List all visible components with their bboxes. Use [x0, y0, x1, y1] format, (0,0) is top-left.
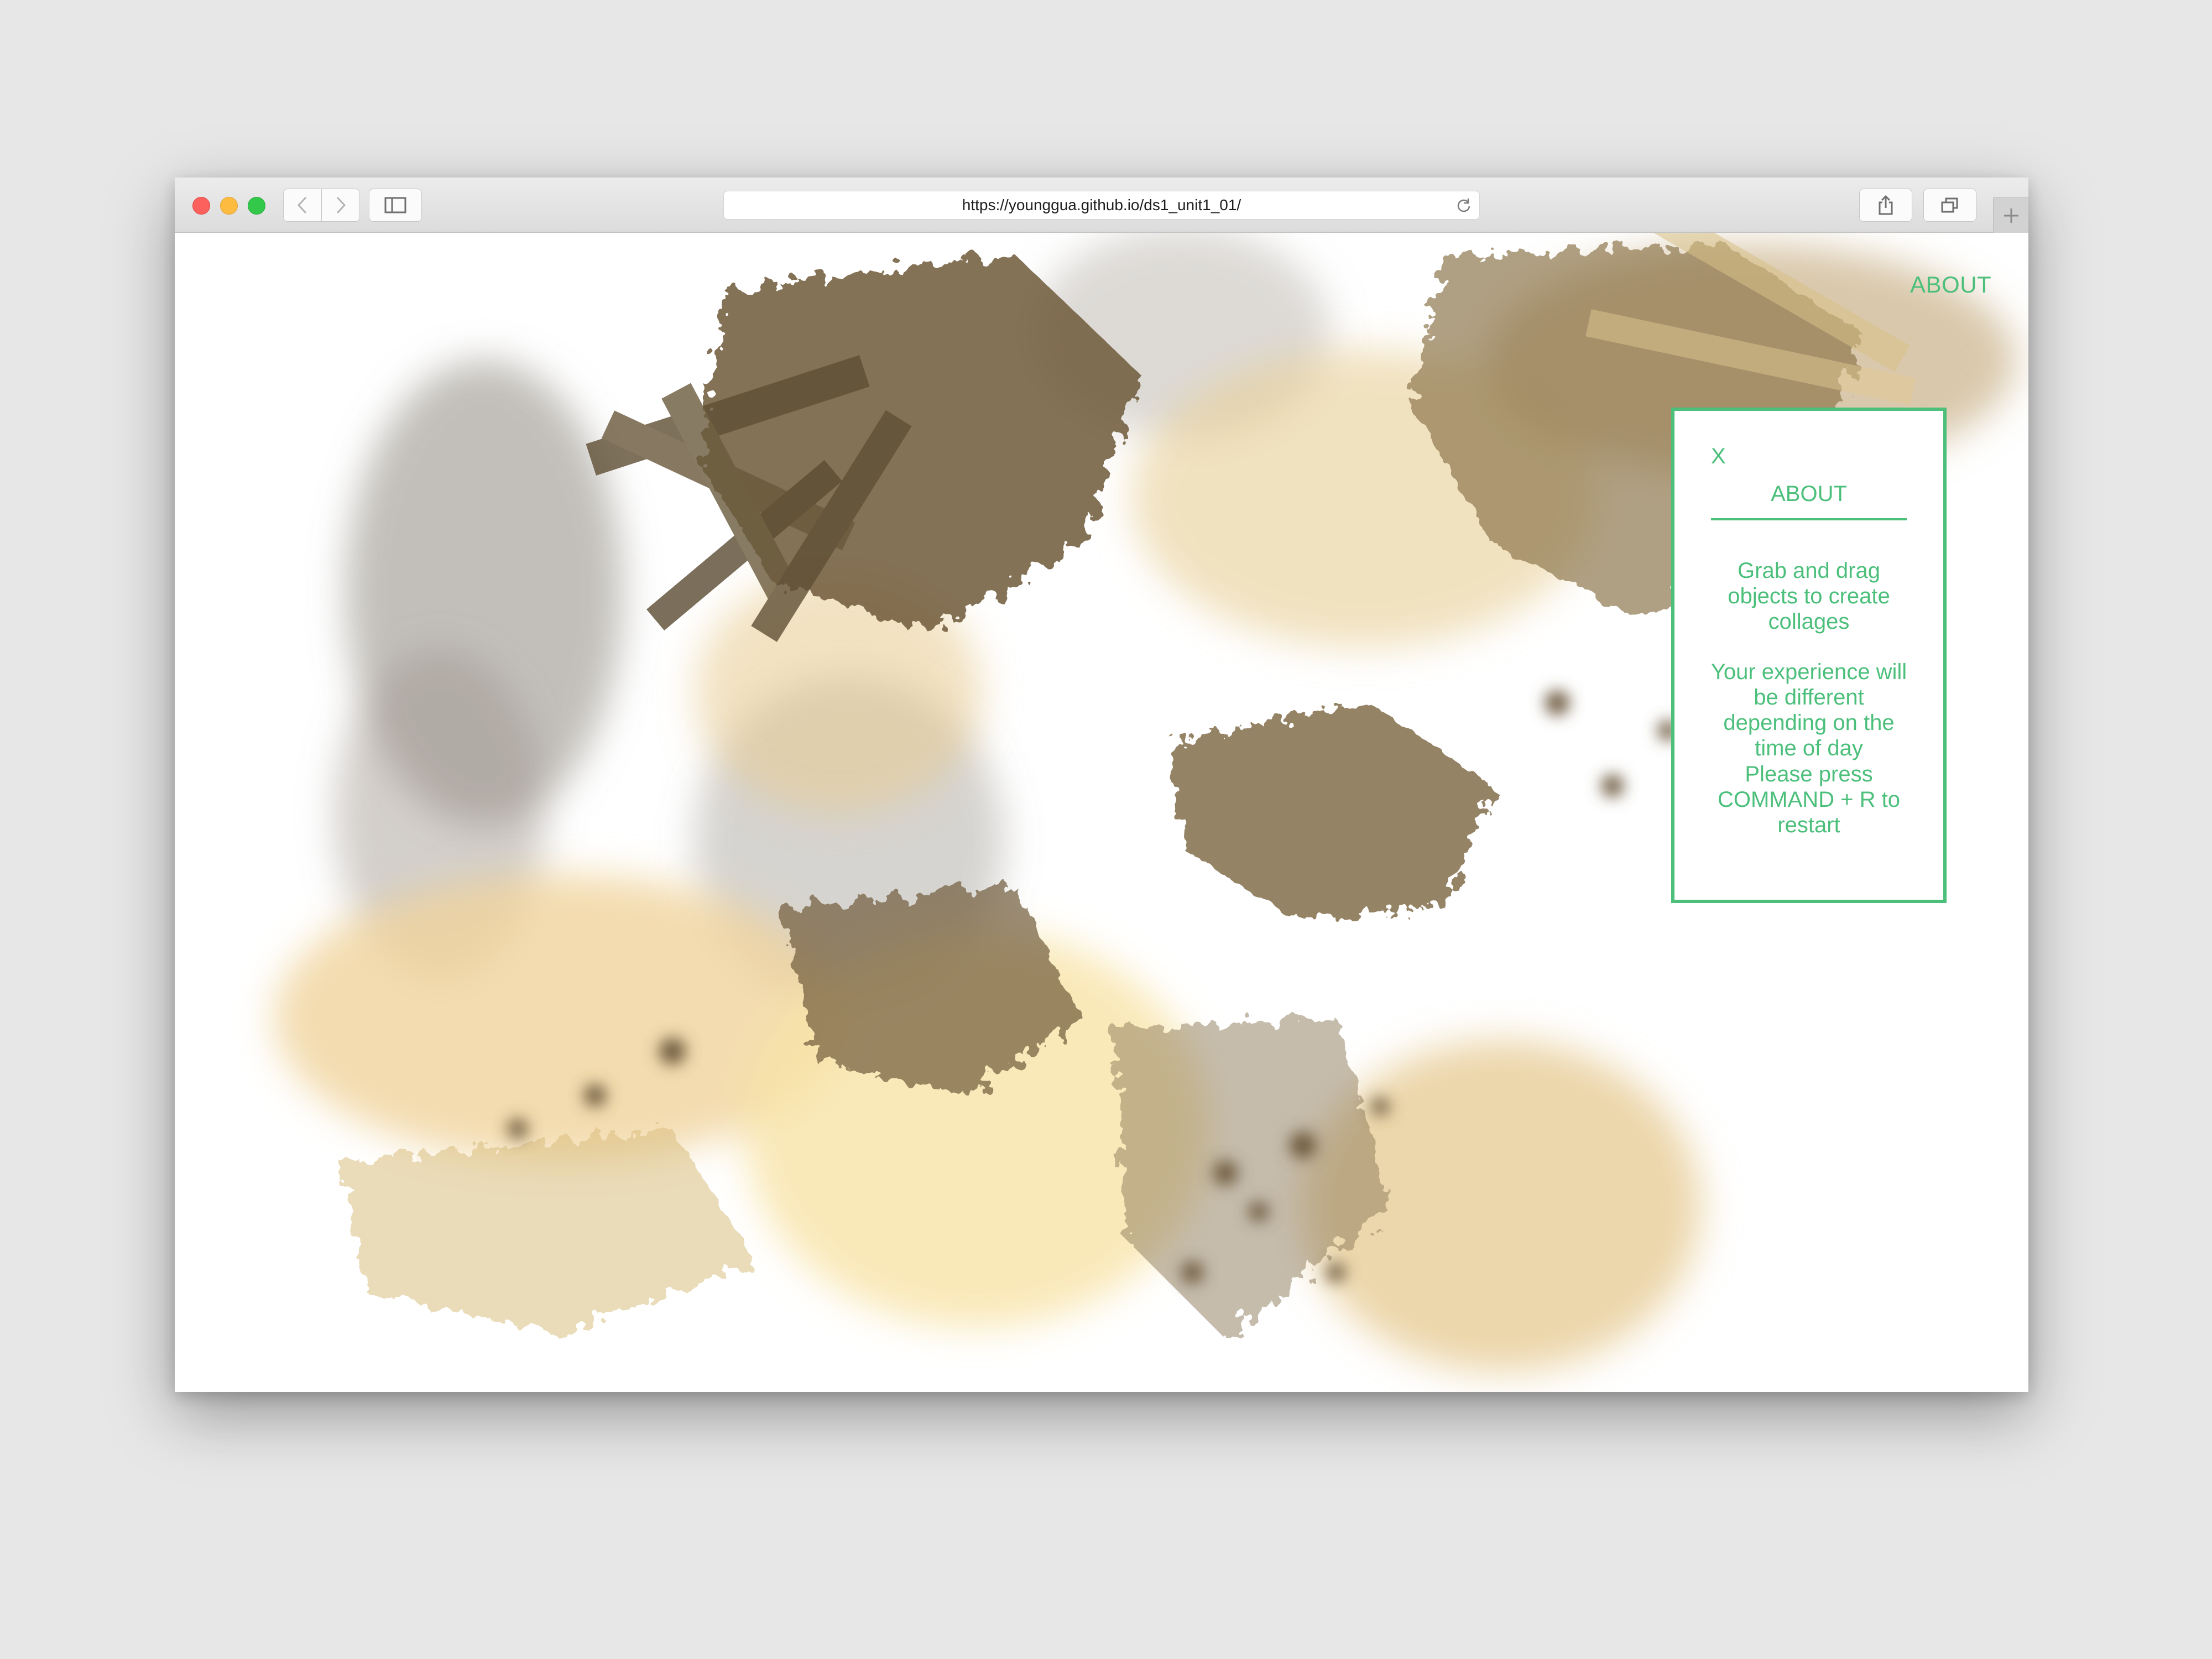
chevron-right-icon — [336, 196, 346, 214]
title-divider — [1711, 518, 1907, 520]
close-panel-button[interactable]: X — [1711, 444, 1726, 469]
address-bar[interactable]: https://younggua.github.io/ds1_unit1_01/ — [723, 191, 1480, 220]
forward-button[interactable] — [321, 189, 360, 222]
chevron-left-icon — [297, 196, 307, 214]
show-tabs-button[interactable] — [1923, 189, 1976, 222]
about-text-drag: Grab and drag objects to create collages — [1728, 559, 1890, 634]
new-tab-button[interactable] — [1993, 197, 2028, 233]
about-panel: X ABOUT Grab and drag objects to create … — [1671, 408, 1947, 903]
reload-icon[interactable] — [1456, 197, 1472, 213]
sidebar-button[interactable] — [369, 189, 422, 222]
url-text: https://younggua.github.io/ds1_unit1_01/ — [962, 196, 1241, 213]
browser-toolbar: https://younggua.github.io/ds1_unit1_01/ — [175, 178, 2028, 233]
about-text-time: Your experience will be different depend… — [1710, 660, 1907, 760]
browser-window: https://younggua.github.io/ds1_unit1_01/ — [175, 178, 2028, 1392]
zoom-window-button[interactable] — [248, 197, 265, 215]
about-panel-title: ABOUT — [1771, 482, 1847, 506]
about-text-restart: Please press COMMAND + R to restart — [1717, 762, 1901, 837]
share-icon — [1879, 195, 1893, 215]
back-button[interactable] — [283, 189, 322, 222]
tabs-icon — [1941, 197, 1958, 213]
share-button[interactable] — [1859, 189, 1912, 222]
minimize-window-button[interactable] — [220, 197, 238, 215]
sidebar-icon — [384, 197, 406, 213]
plus-icon — [2004, 208, 2018, 223]
page-viewport: ABOUT X ABOUT Grab and drag objects to c… — [175, 233, 2028, 1392]
close-window-button[interactable] — [192, 197, 210, 215]
about-nav-link[interactable]: ABOUT — [1910, 272, 1991, 298]
